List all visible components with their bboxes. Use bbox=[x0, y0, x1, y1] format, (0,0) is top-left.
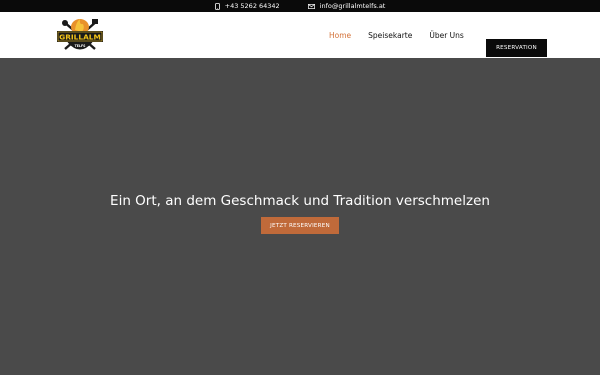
site-header: GRILLALM TELFS Home Speisekarte Über Uns… bbox=[0, 12, 600, 58]
email-contact[interactable]: info@grillalmtelfs.at bbox=[307, 2, 386, 10]
nav-item-ueber-uns[interactable]: Über Uns bbox=[429, 31, 463, 40]
nav-item-home[interactable]: Home bbox=[329, 31, 351, 40]
logo-subtext: TELFS bbox=[75, 44, 87, 48]
grillalm-logo[interactable]: GRILLALM TELFS bbox=[54, 16, 106, 54]
reservation-button[interactable]: RESERVATION bbox=[486, 39, 547, 57]
phone-number[interactable]: +43 5262 64342 bbox=[225, 2, 280, 10]
nav-item-speisekarte[interactable]: Speisekarte bbox=[368, 31, 412, 40]
reserve-now-button[interactable]: JETZT RESERVIEREN bbox=[261, 217, 339, 234]
phone-contact[interactable]: +43 5262 64342 bbox=[214, 2, 280, 10]
hero-title: Ein Ort, an dem Geschmack und Tradition … bbox=[110, 193, 490, 209]
phone-icon bbox=[214, 2, 220, 10]
mail-icon bbox=[307, 3, 315, 9]
main-nav: Home Speisekarte Über Uns bbox=[329, 12, 481, 58]
logo-text: GRILLALM bbox=[59, 33, 101, 42]
top-bar: +43 5262 64342 info@grillalmtelfs.at bbox=[0, 0, 600, 12]
hero-section: Ein Ort, an dem Geschmack und Tradition … bbox=[0, 58, 600, 375]
email-address[interactable]: info@grillalmtelfs.at bbox=[320, 2, 386, 10]
